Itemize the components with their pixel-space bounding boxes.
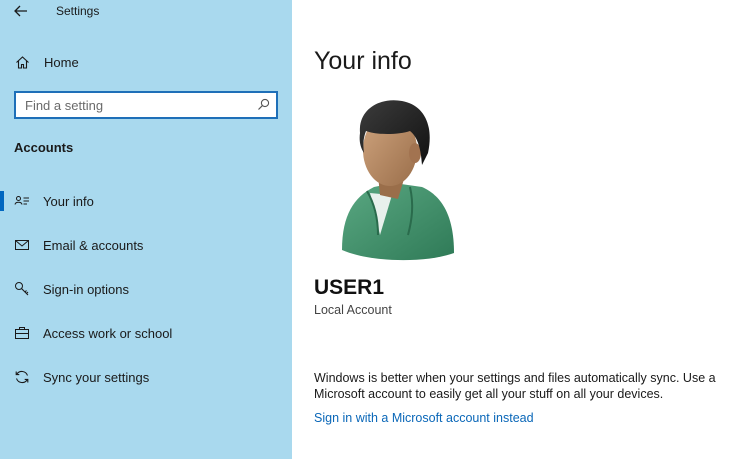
back-button[interactable] <box>10 2 32 20</box>
home-nav-item[interactable]: Home <box>0 48 292 76</box>
user-avatar-icon <box>342 100 454 261</box>
sidebar-item-email-accounts[interactable]: Email & accounts <box>0 227 292 263</box>
contact-card-icon <box>14 196 29 205</box>
sidebar-item-sign-in-options[interactable]: Sign-in options <box>0 271 292 307</box>
search-box[interactable] <box>14 91 278 119</box>
sidebar-item-label: Access work or school <box>43 326 173 341</box>
sidebar-item-sync-settings[interactable]: Sync your settings <box>0 359 292 395</box>
home-label: Home <box>44 55 79 70</box>
search-icon[interactable] <box>257 98 270 111</box>
sidebar-item-label: Sync your settings <box>43 370 150 385</box>
microsoft-signin-link[interactable]: Sign in with a Microsoft account instead <box>314 411 534 425</box>
sidebar: Settings Home Accounts Your info Email &… <box>0 0 292 459</box>
app-title: Settings <box>56 4 100 18</box>
section-title: Accounts <box>14 140 74 155</box>
sync-message: Windows is better when your settings and… <box>314 371 716 401</box>
mail-icon <box>15 240 29 250</box>
sidebar-item-your-info[interactable]: Your info <box>0 183 292 219</box>
user-name: USER1 <box>314 276 385 299</box>
sidebar-item-access-work[interactable]: Access work or school <box>0 315 292 351</box>
sync-icon <box>15 370 29 384</box>
sidebar-item-label: Your info <box>43 194 94 209</box>
page-title: Your info <box>314 47 412 75</box>
search-input[interactable] <box>16 93 246 117</box>
main-content: Your info USER1 Local Account Windows is… <box>292 0 750 459</box>
home-icon <box>16 56 29 69</box>
selected-indicator <box>0 191 4 211</box>
account-type: Local Account <box>314 303 392 317</box>
key-icon <box>15 282 29 296</box>
sidebar-item-label: Sign-in options <box>43 282 129 297</box>
sidebar-item-label: Email & accounts <box>43 238 144 253</box>
title-bar: Settings <box>0 0 292 24</box>
briefcase-icon <box>15 327 29 339</box>
back-arrow-icon <box>14 5 27 17</box>
